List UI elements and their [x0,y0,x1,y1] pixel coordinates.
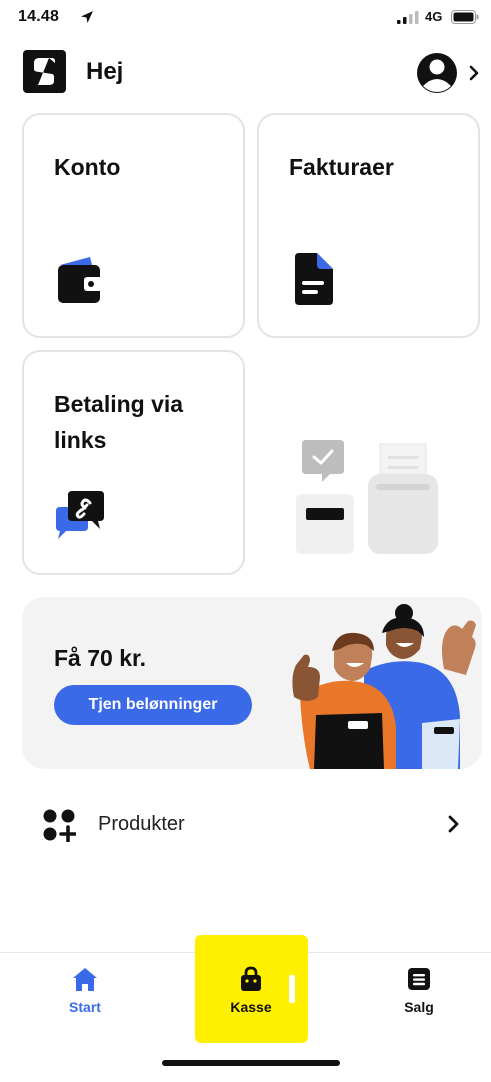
tile-fakturaer-title: Fakturaer [289,154,394,180]
bag-icon [241,966,261,991]
tab-salg[interactable]: Salg [374,965,464,1025]
location-arrow-icon [81,11,93,23]
tab-start[interactable]: Start [40,965,130,1025]
products-grid-icon [43,809,76,842]
network-type: 4G [425,9,443,24]
card-reader-printer-illustration [296,440,438,554]
signal-icon [397,11,419,24]
profile-button[interactable] [415,50,485,96]
chevron-right-icon [448,815,459,833]
home-icon [73,968,97,991]
promo-banner: Få 70 kr. Tjen belønninger [22,597,482,769]
tab-kasse[interactable]: Kasse [206,965,296,1025]
logo-mark-icon [34,58,55,85]
products-row[interactable]: Produkter [22,796,482,854]
invoice-document-icon [295,253,333,305]
header: Hej [0,42,491,102]
tile-betaling-title: Betaling via links [54,391,184,453]
products-label: Produkter [98,813,185,835]
tile-betaling-via-links[interactable]: Betaling via links [22,350,245,575]
payment-link-chat-icon [56,491,104,539]
tab-start-label: Start [69,999,101,1015]
list-icon [408,968,430,990]
tile-konto[interactable]: Konto [22,113,245,338]
profile-avatar-icon [417,53,479,93]
tile-fakturaer[interactable]: Fakturaer [257,113,480,338]
promo-people-illustration [292,604,476,769]
app-logo [23,50,66,93]
wallet-icon [58,257,102,303]
battery-icon [451,10,479,24]
tab-salg-label: Salg [404,999,434,1015]
earn-rewards-button[interactable]: Tjen belønninger [54,685,252,725]
tab-bar: Start Kasse Salg [0,935,491,1082]
status-bar: 14.48 4G [0,0,491,36]
greeting: Hej [86,58,124,85]
tab-kasse-label: Kasse [230,999,272,1015]
promo-title: Få 70 kr. [54,645,147,671]
status-time: 14.48 [18,8,60,25]
home-indicator [162,1060,340,1066]
tile-konto-title: Konto [54,154,121,180]
